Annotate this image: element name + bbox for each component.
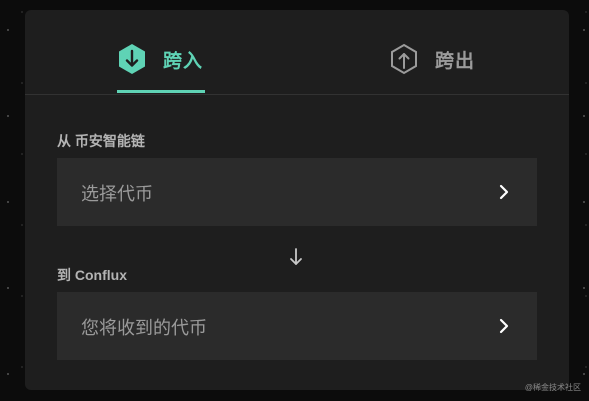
from-chain-label: 从 币安智能链 — [57, 133, 145, 149]
arrow-down-icon — [290, 248, 302, 265]
chevron-right-icon — [499, 318, 509, 334]
tab-cross-out-label: 跨出 — [435, 51, 476, 72]
tab-cross-in-label: 跨入 — [163, 51, 204, 72]
chevron-right-icon — [499, 184, 509, 200]
from-token-placeholder: 选择代币 — [81, 184, 153, 204]
to-chain-label: 到 Conflux — [57, 267, 127, 283]
active-tab-indicator — [117, 90, 205, 93]
watermark: @稀金技术社区 — [524, 383, 581, 392]
tab-cross-out[interactable]: 跨出 — [389, 10, 479, 94]
shield-up-arrow-icon — [391, 43, 417, 75]
to-token-placeholder: 您将收到的代币 — [81, 318, 207, 338]
tab-bar: 跨入 跨出 — [25, 10, 569, 95]
from-token-select[interactable]: 选择代币 — [57, 158, 537, 226]
to-token-select[interactable]: 您将收到的代币 — [57, 292, 537, 360]
cross-chain-card: 跨入 跨出 从 币安智能链 选择代币 到 Conflux 您将收到的代币 — [25, 10, 569, 390]
shield-down-arrow-icon — [119, 44, 145, 74]
tab-cross-in[interactable]: 跨入 — [117, 10, 205, 94]
